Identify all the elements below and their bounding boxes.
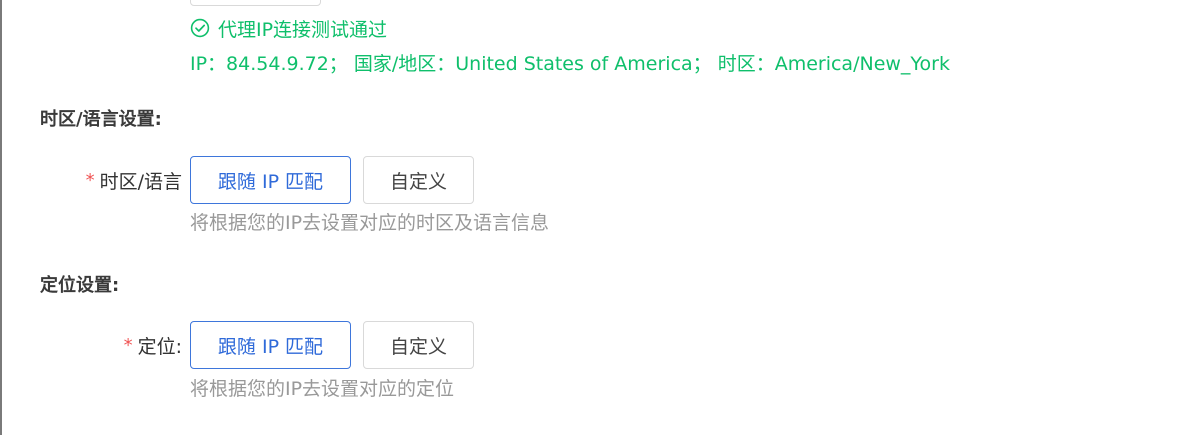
settings-panel: 代理IP连接测试通过 IP：84.54.9.72； 国家/地区：United S… xyxy=(0,0,1191,435)
location-label: * 定位: xyxy=(124,332,182,359)
success-message-text: 代理IP连接测试通过 xyxy=(218,18,388,41)
location-hint: 将根据您的IP去设置对应的定位 xyxy=(190,378,455,400)
proxy-ip-info: IP：84.54.9.72； 国家/地区：United States of Am… xyxy=(190,52,950,75)
location-section-title: 定位设置: xyxy=(40,275,120,296)
proxy-test-success-message: 代理IP连接测试通过 xyxy=(190,15,387,41)
timezone-follow-ip-button[interactable]: 跟随 IP 匹配 xyxy=(190,156,351,204)
timezone-language-label-text: 时区/语言 xyxy=(99,170,182,193)
required-star-icon: * xyxy=(123,334,133,356)
test-proxy-button-partial[interactable] xyxy=(190,0,321,6)
location-row: * 定位: 跟随 IP 匹配 自定义 xyxy=(2,321,1002,369)
location-label-text: 定位: xyxy=(137,335,182,358)
required-star-icon: * xyxy=(85,169,95,191)
timezone-custom-button[interactable]: 自定义 xyxy=(363,156,474,204)
location-custom-button[interactable]: 自定义 xyxy=(363,321,474,369)
location-follow-ip-button[interactable]: 跟随 IP 匹配 xyxy=(190,321,351,369)
check-circle-icon xyxy=(190,18,210,38)
timezone-language-row: * 时区/语言 跟随 IP 匹配 自定义 xyxy=(2,156,1002,204)
timezone-hint: 将根据您的IP去设置对应的时区及语言信息 xyxy=(190,212,550,234)
timezone-language-label: * 时区/语言 xyxy=(86,167,182,194)
timezone-section-title: 时区/语言设置: xyxy=(40,109,162,130)
